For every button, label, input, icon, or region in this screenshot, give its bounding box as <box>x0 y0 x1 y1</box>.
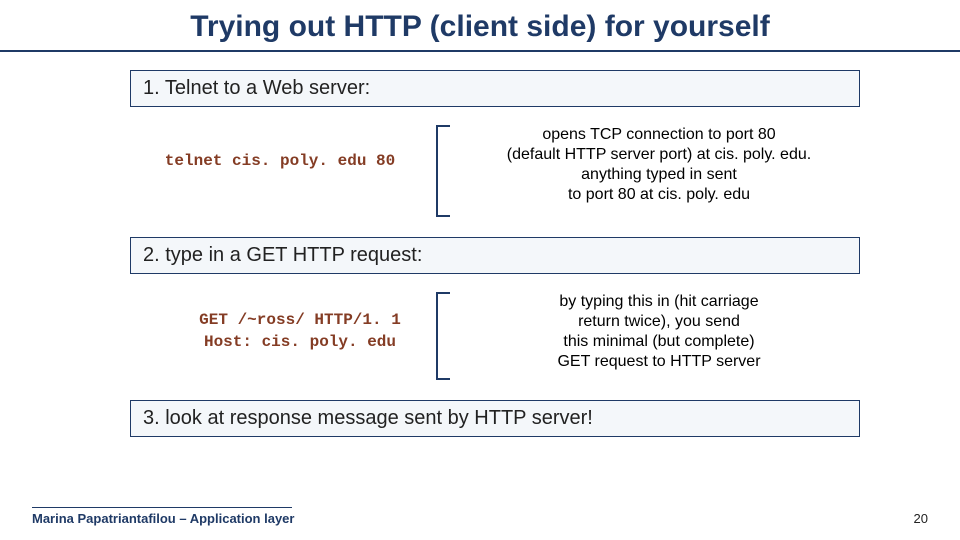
code-column-2: GET /~ross/ HTTP/1. 1Host: cis. poly. ed… <box>130 292 430 353</box>
telnet-command: telnet cis. poly. edu 80 <box>165 151 395 173</box>
bracket-column-2 <box>430 292 450 380</box>
step-2-box: 2. type in a GET HTTP request: <box>130 237 860 274</box>
bracket-icon <box>436 292 450 380</box>
get-request-code: GET /~ross/ HTTP/1. 1Host: cis. poly. ed… <box>199 310 401 353</box>
footer: Marina Papatriantafilou – Application la… <box>32 511 928 526</box>
bracket-column-1 <box>430 125 450 217</box>
bracket-icon <box>436 125 450 217</box>
slide-title: Trying out HTTP (client side) for yourse… <box>0 0 960 50</box>
step-3-box: 3. look at response message sent by HTTP… <box>130 400 860 437</box>
step-1-box: 1. Telnet to a Web server: <box>130 70 860 107</box>
footer-underline <box>32 507 292 508</box>
description-1: opens TCP connection to port 80(default … <box>450 125 860 205</box>
row-1: telnet cis. poly. edu 80 opens TCP conne… <box>130 125 860 217</box>
row-2: GET /~ross/ HTTP/1. 1Host: cis. poly. ed… <box>130 292 860 380</box>
footer-author: Marina Papatriantafilou – Application la… <box>32 511 294 526</box>
page-number: 20 <box>914 511 928 526</box>
slide-body: 1. Telnet to a Web server: telnet cis. p… <box>0 52 960 437</box>
code-column-1: telnet cis. poly. edu 80 <box>130 125 430 173</box>
description-2: by typing this in (hit carriagereturn tw… <box>450 292 860 372</box>
